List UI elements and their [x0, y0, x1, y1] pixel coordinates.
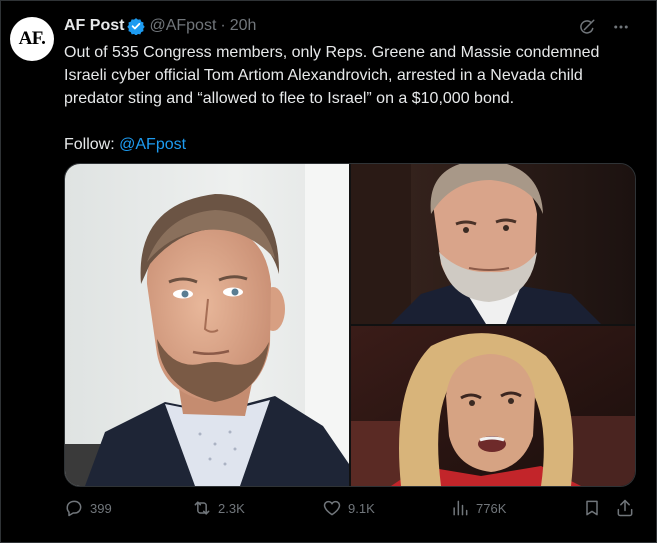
timestamp[interactable]: 20h — [230, 17, 257, 35]
view-count: 776K — [476, 500, 507, 516]
repost-button[interactable]: 2.3K — [192, 498, 245, 518]
verified-badge-icon — [127, 17, 146, 35]
tweet-top-actions — [578, 18, 630, 41]
tweet-actions: 399 2.3K 9.1K 776K — [64, 498, 644, 522]
follow-line: Follow: @AFpost — [64, 133, 644, 156]
share-icon — [617, 499, 633, 517]
reply-count: 399 — [90, 500, 112, 516]
author-name[interactable]: AF Post — [64, 17, 124, 35]
views-icon — [453, 500, 468, 516]
like-button[interactable]: 9.1K — [322, 498, 375, 518]
tweet-text: Out of 535 Congress members, only Reps. … — [64, 44, 600, 107]
grok-icon[interactable] — [578, 18, 596, 41]
share-button[interactable] — [615, 498, 641, 518]
photo-blonde-woman[interactable] — [351, 326, 635, 486]
author-handle[interactable]: @AFpost — [149, 17, 216, 35]
views-button[interactable]: 776K — [450, 498, 506, 518]
avatar[interactable]: AF. — [10, 17, 54, 61]
avatar-logo-text: AF. — [18, 28, 46, 49]
like-count: 9.1K — [348, 500, 375, 516]
reply-icon — [66, 500, 82, 517]
tweet-card: AF. AF Post @AFpost · 20h Out of 535 Con… — [0, 0, 657, 543]
follow-link[interactable]: @AFpost — [119, 136, 186, 153]
tweet-body: Out of 535 Congress members, only Reps. … — [64, 41, 644, 156]
photo-man-in-suit[interactable] — [65, 164, 349, 486]
photo-older-man[interactable] — [351, 164, 635, 324]
tweet-header: AF Post @AFpost · 20h — [64, 15, 256, 37]
separator-dot: · — [220, 17, 226, 34]
like-icon — [323, 500, 341, 516]
follow-prefix: Follow: — [64, 136, 120, 153]
media-grid — [64, 163, 636, 487]
bookmark-button[interactable] — [582, 498, 608, 518]
more-icon[interactable] — [612, 18, 630, 41]
repost-count: 2.3K — [218, 500, 245, 516]
reply-button[interactable]: 399 — [64, 498, 112, 518]
repost-icon — [194, 501, 210, 515]
bookmark-icon — [586, 500, 598, 516]
